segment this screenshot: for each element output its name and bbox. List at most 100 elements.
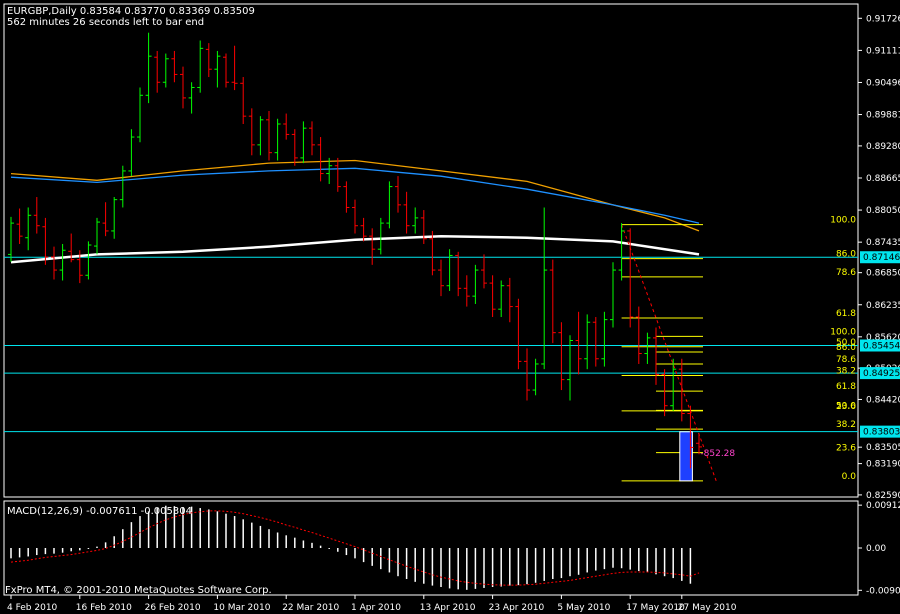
fib-level-label: 100.0 — [830, 216, 856, 226]
ohlc-bar — [498, 280, 505, 318]
ohlc-bar — [420, 210, 427, 244]
fib-level-label: 86.0 — [836, 250, 856, 260]
ohlc-bar — [360, 217, 367, 242]
ohlc-bar — [16, 208, 23, 244]
ohlc-bar — [248, 108, 255, 156]
y-tick-label: 0.83505 — [866, 443, 900, 453]
ohlc-bar — [188, 82, 195, 114]
ohlc-bar — [291, 129, 298, 166]
ohlc-bar — [635, 306, 642, 364]
macd-pane: 4 Feb 2010 16 Feb 2010 26 Feb 2010 10 Mar 2… — [3, 500, 900, 613]
x-tick-label: 4 Feb 2010 — [7, 603, 58, 613]
ohlc-bar — [223, 53, 229, 88]
fib-level-label: 0.0 — [842, 472, 857, 482]
ohlc-bar — [111, 197, 118, 239]
ohlc-bar — [463, 275, 470, 307]
fib-level-label: 23.6 — [836, 444, 856, 454]
fib-level-label: 100.0 — [830, 327, 856, 337]
ohlc-bar — [343, 181, 350, 213]
price-highlight-label: 0.83803 — [863, 428, 900, 438]
y-tick-label: 0.89280 — [866, 142, 900, 152]
macd-y-tick-label: -0.0090 — [866, 586, 900, 596]
fib-level-label: 38.2 — [836, 366, 856, 376]
ohlc-bar — [403, 191, 410, 234]
ohlc-bar — [506, 277, 513, 323]
x-tick-label: 5 May 2010 — [557, 603, 610, 613]
ohlc-bar — [395, 176, 401, 213]
chart-canvas[interactable]: 0.91726 0.91111 0.90496 0.89881 0.89280 0.886… — [0, 0, 900, 614]
ohlc-bar — [274, 118, 281, 161]
ohlc-bar — [154, 50, 161, 93]
x-tick-label: 23 Apr 2010 — [489, 603, 545, 613]
price-pane: 0.91726 0.91111 0.90496 0.89881 0.89280 0.886… — [3, 3, 900, 501]
ohlc-bar — [412, 207, 419, 234]
ohlc-bar — [266, 110, 272, 161]
ohlc-bar — [446, 249, 453, 291]
x-tick-label: 1 Apr 2010 — [351, 603, 401, 613]
y-tick-label: 0.88665 — [866, 174, 900, 184]
ohlc-bar — [309, 121, 315, 156]
moving-average-line — [10, 234, 700, 264]
y-tick-label: 0.82590 — [866, 491, 900, 501]
price-highlight-label: 0.85454 — [863, 342, 900, 352]
ohlc-bar — [472, 264, 479, 304]
y-tick-label: 0.83190 — [866, 460, 900, 470]
fib-level-label: 38.2 — [836, 420, 856, 430]
chart-window: 0.91726 0.91111 0.90496 0.89881 0.89280 0.886… — [0, 0, 900, 614]
fib-level-label: 61.8 — [836, 309, 856, 319]
ohlc-bar — [283, 113, 290, 140]
x-tick-label: 27 May 2010 — [678, 603, 737, 613]
ohlc-bar — [102, 202, 109, 237]
ohlc-bar — [137, 87, 143, 143]
ohlc-bar — [592, 317, 599, 367]
ohlc-bar — [678, 358, 685, 422]
fib-level-label: 61.8 — [836, 382, 856, 392]
ohlc-bar — [231, 45, 238, 91]
fib-level-label: 86.0 — [836, 343, 856, 353]
ohlc-bar — [670, 358, 677, 411]
ohlc-bar — [317, 137, 324, 182]
ohlc-bar — [85, 241, 92, 280]
price-highlight-label: 0.87146 — [863, 253, 900, 263]
ohlc-bar — [300, 121, 307, 164]
ohlc-bar — [128, 129, 135, 177]
ohlc-bar — [455, 251, 462, 297]
ohlc-bar — [214, 50, 221, 88]
y-tick-label: 0.90496 — [866, 78, 900, 88]
y-tick-label: 0.86235 — [866, 301, 900, 311]
fib-level-label: 78.6 — [836, 268, 856, 278]
ohlc-bar — [386, 181, 393, 229]
ohlc-bar — [369, 228, 376, 265]
ohlc-bar — [438, 259, 444, 297]
ohlc-bar — [352, 199, 358, 234]
x-tick-label: 10 Mar 2010 — [213, 603, 270, 613]
macd-label: MACD(12,26,9) -0.007611 -0.005304 — [7, 506, 192, 517]
ohlc-bar — [180, 66, 186, 109]
fib-level-label: 78.6 — [836, 355, 856, 365]
ohlc-bar — [584, 314, 591, 370]
ohlc-bar — [162, 53, 169, 88]
x-tick-label: 22 Mar 2010 — [282, 603, 339, 613]
y-tick-label: 0.88050 — [866, 206, 900, 216]
symbol-info: EURGBP,Daily 0.83584 0.83770 0.83369 0.8… — [7, 6, 255, 17]
ohlc-bar — [51, 246, 57, 280]
price-frame — [3, 3, 859, 498]
ohlc-bar — [377, 217, 384, 255]
ohlc-bar — [541, 207, 548, 370]
ohlc-bar — [33, 197, 40, 234]
ohlc-bar — [334, 157, 341, 192]
ohlc-bar — [119, 165, 126, 208]
macd-y-tick-label: 0.00912 — [866, 501, 900, 511]
y-tick-label: 0.91726 — [866, 14, 900, 24]
x-tick-label: 16 Feb 2010 — [76, 603, 132, 613]
ohlc-bar — [481, 254, 487, 289]
ohlc-bar — [197, 40, 204, 93]
bar-timer: 562 minutes 26 seconds left to bar end — [7, 17, 204, 28]
macd-y-tick-label: 0.00 — [866, 544, 886, 554]
ohlc-bar — [94, 217, 100, 255]
ohlc-bar — [575, 311, 582, 375]
trend-line — [621, 224, 717, 482]
ohlc-bar — [489, 275, 496, 318]
ohlc-bar — [601, 311, 608, 367]
ohlc-bar — [8, 216, 14, 262]
